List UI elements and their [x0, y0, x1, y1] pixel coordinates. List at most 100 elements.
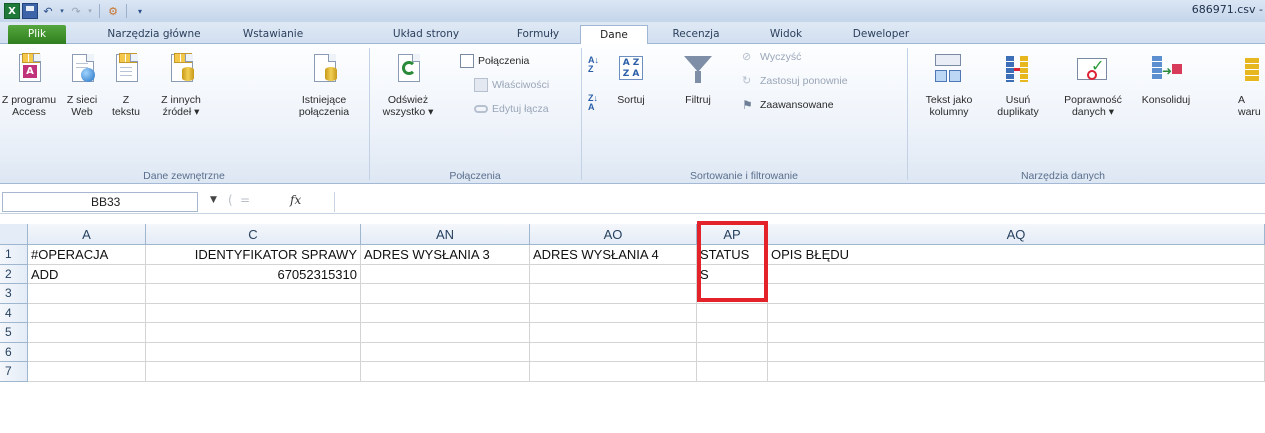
undo-dropdown-icon[interactable]: ▾: [58, 3, 66, 19]
data-validation-button[interactable]: ✓ Poprawność danych ▾: [1056, 54, 1130, 118]
sort-ascending-button[interactable]: A↓ Z: [588, 56, 599, 74]
cell-an3[interactable]: [361, 284, 530, 304]
cell-an1[interactable]: ADRES WYSŁANIA 3: [361, 245, 530, 265]
cell-ap6[interactable]: [697, 342, 768, 362]
redo-icon[interactable]: ↷: [68, 3, 84, 19]
tab-file[interactable]: Plik: [8, 25, 66, 44]
cell-ao2[interactable]: [530, 264, 697, 284]
tab-data[interactable]: Dane: [580, 25, 648, 45]
name-box-dropdown-icon[interactable]: ▼: [210, 195, 217, 205]
filter-button[interactable]: Filtruj: [672, 54, 724, 106]
cell-c6[interactable]: [146, 342, 361, 362]
cell-a3[interactable]: [28, 284, 146, 304]
save-icon[interactable]: [22, 3, 38, 19]
tab-review[interactable]: Recenzja: [662, 25, 730, 44]
undo-icon[interactable]: ↶: [40, 3, 56, 19]
refresh-all-button[interactable]: Odśwież wszystko ▾: [374, 54, 442, 118]
cell-c2[interactable]: 67052315310: [146, 264, 361, 284]
consolidate-button[interactable]: ➜ Konsoliduj: [1136, 54, 1196, 106]
connections-button[interactable]: Połączenia: [460, 52, 529, 70]
cell-a4[interactable]: [28, 303, 146, 323]
tab-page-layout[interactable]: Układ strony: [384, 25, 468, 44]
row-header-7[interactable]: 7: [0, 362, 28, 382]
cell-ao4[interactable]: [530, 303, 697, 323]
text-to-columns-button[interactable]: Tekst jako kolumny: [914, 54, 984, 118]
tab-view[interactable]: Widok: [758, 25, 814, 44]
sort-button[interactable]: A ZZ A Sortuj: [610, 54, 652, 106]
cell-a5[interactable]: [28, 323, 146, 343]
row-header-4[interactable]: 4: [0, 303, 28, 323]
cell-an7[interactable]: [361, 362, 530, 382]
cell-an5[interactable]: [361, 323, 530, 343]
cell-an6[interactable]: [361, 342, 530, 362]
cell-ao5[interactable]: [530, 323, 697, 343]
cell-aq7[interactable]: [768, 362, 1265, 382]
properties-button[interactable]: Właściwości: [474, 76, 549, 94]
cell-ao7[interactable]: [530, 362, 697, 382]
cell-an4[interactable]: [361, 303, 530, 323]
cell-ao1[interactable]: ADRES WYSŁANIA 4: [530, 245, 697, 265]
customize-dropdown-icon[interactable]: ▾: [132, 3, 148, 19]
from-access-button[interactable]: A Z programu Access: [0, 53, 58, 118]
cell-ap7[interactable]: [697, 362, 768, 382]
cell-c3[interactable]: [146, 284, 361, 304]
cell-ap4[interactable]: [697, 303, 768, 323]
cell-aq1[interactable]: OPIS BŁĘDU: [768, 245, 1265, 265]
row-header-5[interactable]: 5: [0, 323, 28, 343]
select-all-corner[interactable]: [0, 224, 28, 245]
cell-a6[interactable]: [28, 342, 146, 362]
tab-insert[interactable]: Wstawianie: [232, 25, 314, 44]
existing-connections-button[interactable]: Istniejące połączenia: [284, 54, 364, 118]
cell-aq4[interactable]: [768, 303, 1265, 323]
edit-links-button[interactable]: Edytuj łącza: [474, 100, 549, 118]
cell-c1[interactable]: IDENTYFIKATOR SPRAWY: [146, 245, 361, 265]
redo-dropdown-icon[interactable]: ▾: [86, 3, 94, 19]
cell-ap3[interactable]: [697, 284, 768, 304]
tab-home[interactable]: Narzędzia główne: [98, 25, 210, 44]
insert-function-icon[interactable]: fx: [290, 193, 301, 207]
cell-a7[interactable]: [28, 362, 146, 382]
row-header-1[interactable]: 1: [0, 245, 28, 265]
customize-icon[interactable]: ⚙: [105, 3, 121, 19]
excel-logo-icon[interactable]: X: [4, 3, 20, 19]
cell-c7[interactable]: [146, 362, 361, 382]
cell-ao6[interactable]: [530, 342, 697, 362]
formula-enter-icon[interactable]: =: [240, 193, 250, 207]
cell-ao3[interactable]: [530, 284, 697, 304]
reapply-button[interactable]: ↻ Zastosuj ponownie: [742, 72, 848, 90]
tab-developer[interactable]: Deweloper: [838, 25, 924, 44]
cell-ap1[interactable]: STATUS: [697, 245, 768, 265]
advanced-filter-button[interactable]: ⚑ Zaawansowane: [742, 96, 834, 114]
cell-a1[interactable]: #OPERACJA: [28, 245, 146, 265]
remove-duplicates-button[interactable]: Usuń duplikaty: [988, 54, 1048, 118]
name-box[interactable]: BB33: [2, 192, 198, 212]
cell-aq5[interactable]: [768, 323, 1265, 343]
from-other-sources-button[interactable]: Z innych źródeł ▾: [150, 53, 212, 118]
from-text-button[interactable]: Ztekstu: [106, 53, 146, 118]
column-header-ao[interactable]: AO: [530, 224, 697, 245]
cell-aq2[interactable]: [768, 264, 1265, 284]
cell-aq3[interactable]: [768, 284, 1265, 304]
cell-ap5[interactable]: [697, 323, 768, 343]
row-header-3[interactable]: 3: [0, 284, 28, 304]
column-header-aq[interactable]: AQ: [768, 224, 1265, 245]
cell-aq6[interactable]: [768, 342, 1265, 362]
column-header-c[interactable]: C: [146, 224, 361, 245]
column-header-a[interactable]: A: [28, 224, 146, 245]
column-header-ap[interactable]: AP: [697, 224, 768, 245]
worksheet-grid[interactable]: A C AN AO AP AQ 1 #OPERACJA IDENTYFIKATOR SPRAW…: [0, 224, 1265, 433]
cell-an2[interactable]: [361, 264, 530, 284]
from-web-button[interactable]: Z sieci Web: [60, 54, 104, 118]
row-header-2[interactable]: 2: [0, 264, 28, 284]
row-header-6[interactable]: 6: [0, 342, 28, 362]
column-header-an[interactable]: AN: [361, 224, 530, 245]
sort-descending-button[interactable]: Z↓ A: [588, 94, 598, 112]
what-if-analysis-button[interactable]: Awaru: [1238, 54, 1265, 118]
formula-input[interactable]: [340, 193, 1260, 211]
clear-filter-button[interactable]: ⊘ Wyczyść: [742, 48, 801, 66]
cell-c5[interactable]: [146, 323, 361, 343]
cell-c4[interactable]: [146, 303, 361, 323]
tab-formulas[interactable]: Formuły: [506, 25, 570, 44]
cell-a2[interactable]: ADD: [28, 264, 146, 284]
cell-ap2[interactable]: S: [697, 264, 768, 284]
